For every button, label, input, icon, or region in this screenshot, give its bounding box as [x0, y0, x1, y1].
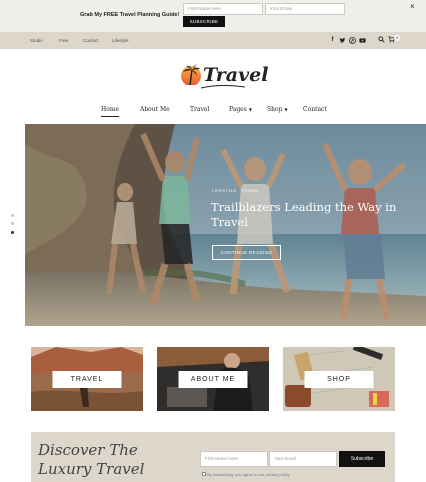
subscribe-section: Discover The Luxury Travel First Name He… [31, 432, 395, 482]
promo-first-name-input[interactable]: First Name Here [183, 3, 263, 15]
card-label-travel: TRAVEL [52, 371, 122, 388]
hero-title[interactable]: Trailblazers Leading the Way in Travel [211, 200, 411, 230]
subscribe-title-line-2: Luxury Travel [38, 460, 145, 478]
logo-swoosh-icon [200, 85, 246, 89]
subscribe-title-line-1: Discover The [38, 441, 138, 459]
nav-pages-label: Pages [229, 106, 247, 113]
facebook-icon[interactable]: f [329, 37, 336, 44]
subscribe-first-name-input[interactable]: First Name Here [200, 451, 268, 467]
top-bar: Studio Free Contact Lifestyle f 0 [0, 32, 426, 49]
nav-pages[interactable]: Pages ▼ [229, 106, 252, 113]
chevron-down-icon: ▼ [284, 107, 288, 112]
card-label-about-me: ABOUT ME [178, 371, 248, 388]
category-card-shop[interactable]: SHOP [283, 347, 395, 411]
close-icon[interactable]: × [410, 2, 415, 12]
pinterest-icon[interactable] [349, 37, 356, 44]
nav-shop-label: Shop [267, 106, 283, 113]
nav-travel-label: Travel [190, 106, 210, 113]
subscribe-email-input[interactable]: Your Email [269, 451, 337, 467]
twitter-icon[interactable] [339, 37, 346, 44]
promo-bar: Grab My FREE Travel Planning Guide! Firs… [0, 0, 426, 32]
promo-text: Grab My FREE Travel Planning Guide! [80, 12, 180, 18]
nav-about-label: About Me [140, 106, 170, 113]
top-link-free[interactable]: Free [59, 38, 68, 43]
consent-text: By subscribing, you agree to our privacy… [207, 472, 290, 477]
nav-contact-label: Contact [303, 106, 327, 113]
top-link-contact[interactable]: Contact [83, 38, 99, 43]
nav-shop[interactable]: Shop ▼ [267, 106, 288, 113]
nav-travel[interactable]: Travel [190, 106, 209, 113]
top-link-studio[interactable]: Studio [30, 38, 43, 43]
nav-contact[interactable]: Contact [303, 106, 327, 113]
slider-dot-1[interactable] [11, 214, 14, 217]
chevron-down-icon: ▼ [248, 107, 252, 112]
hero-category-tags[interactable]: LIFESTYLE · TRAVEL [212, 188, 259, 193]
cart-count-badge: 0 [394, 35, 400, 41]
slider-dot-2[interactable] [11, 222, 14, 225]
nav-home-label: Home [101, 106, 120, 113]
top-link-lifestyle[interactable]: Lifestyle [112, 38, 129, 43]
subscribe-title: Discover The Luxury Travel [38, 441, 178, 479]
category-card-travel[interactable]: TRAVEL [31, 347, 143, 411]
consent-checkbox[interactable] [202, 472, 206, 476]
category-card-about-me[interactable]: ABOUT ME [157, 347, 269, 411]
nav-home[interactable]: Home [101, 106, 120, 117]
promo-subscribe-button[interactable]: SUBSCRIBE [183, 16, 225, 27]
nav-about-me[interactable]: About Me [140, 106, 170, 113]
search-icon[interactable] [377, 36, 385, 44]
card-label-shop: SHOP [304, 371, 374, 388]
youtube-icon[interactable] [359, 37, 366, 44]
continue-reading-button[interactable]: CONTINUE READING [212, 245, 281, 260]
slider-dot-3[interactable] [11, 231, 14, 234]
promo-email-input[interactable]: Your Email [265, 3, 345, 15]
subscribe-button[interactable]: Subscribe [339, 451, 385, 467]
